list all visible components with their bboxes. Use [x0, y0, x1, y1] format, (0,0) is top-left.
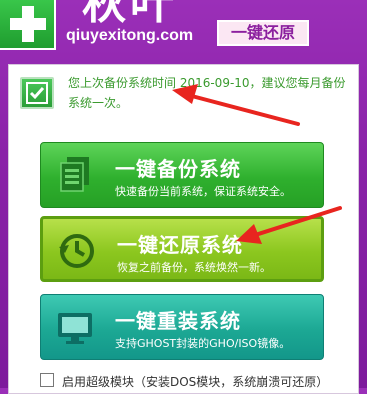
reinstall-system-title: 一键重装系统: [115, 309, 241, 333]
restore-system-button[interactable]: 一键还原系统 恢复之前备份，系统焕然一新。: [40, 216, 324, 282]
reinstall-system-button[interactable]: 一键重装系统 支持GHOST封装的GHO/ISO镜像。: [40, 294, 324, 360]
backup-notice: 您上次备份系统时间 2016-09-10，建议您每月备份系统一次。: [68, 76, 346, 110]
logo-plus-horizontal: [10, 18, 46, 30]
super-module-checkbox[interactable]: [40, 373, 54, 387]
backup-system-button[interactable]: 一键备份系统 快速备份当前系统，保证系统安全。: [40, 142, 324, 208]
super-module-label[interactable]: 启用超级模块（安装DOS模块，系统崩溃可还原）: [62, 373, 328, 390]
document-stack-icon: [55, 155, 95, 195]
restore-system-desc: 恢复之前备份，系统焕然一新。: [117, 261, 271, 274]
monitor-icon: [55, 307, 95, 347]
backup-system-title: 一键备份系统: [115, 157, 241, 181]
restore-system-title: 一键还原系统: [117, 233, 243, 257]
brand-url: qiuyexitong.com: [66, 27, 194, 44]
restore-clock-icon: [57, 231, 97, 271]
reinstall-system-desc: 支持GHOST封装的GHO/ISO镜像。: [115, 337, 291, 350]
app-logo-icon: [0, 0, 56, 50]
check-icon: [20, 77, 54, 109]
backup-system-desc: 快速备份当前系统，保证系统安全。: [115, 185, 291, 198]
mode-badge: 一键还原: [217, 20, 309, 46]
brand-title: 秋叶: [82, 0, 178, 29]
